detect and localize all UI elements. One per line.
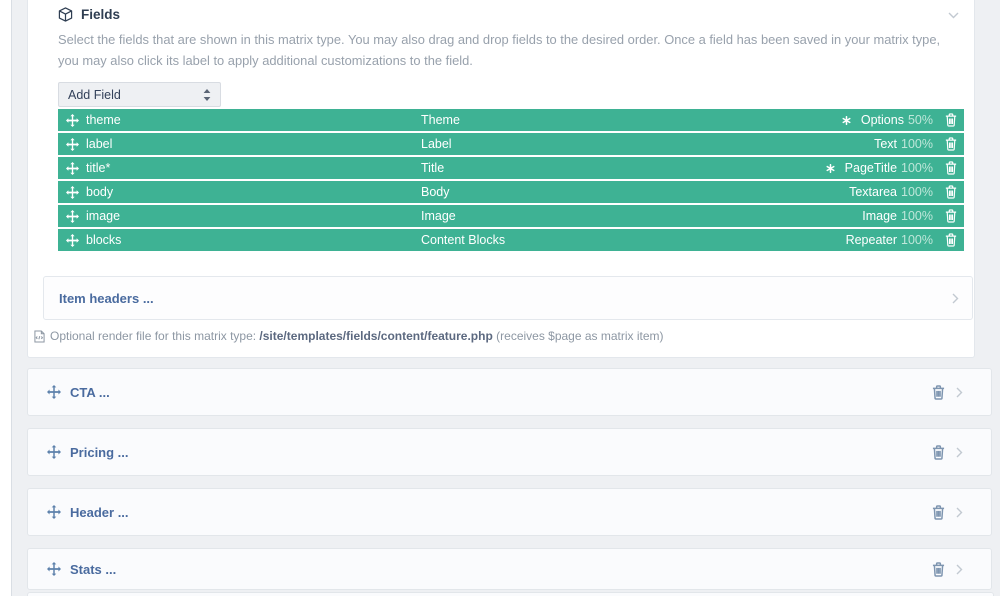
field-name[interactable]: label (86, 137, 112, 151)
item-headers-toggle[interactable]: Item headers ... (43, 276, 973, 320)
cube-icon (58, 7, 73, 22)
field-row-meta: Image 100% (843, 205, 957, 227)
trash-icon[interactable] (945, 209, 957, 223)
field-type: Options (860, 113, 904, 127)
select-arrows-icon (203, 88, 211, 101)
move-icon[interactable] (66, 137, 79, 151)
move-icon[interactable] (47, 385, 61, 399)
field-name[interactable]: blocks (86, 233, 121, 247)
move-icon[interactable] (66, 233, 79, 247)
move-icon[interactable] (47, 505, 61, 519)
field-type: Image (862, 209, 898, 223)
render-note-text: Optional render file for this matrix typ… (50, 329, 664, 343)
field-width: 100% (901, 233, 933, 247)
matrix-type-row[interactable]: Pricing ... (27, 428, 992, 476)
trash-icon[interactable] (945, 233, 957, 247)
field-row[interactable]: body Body Textarea 100% (58, 181, 964, 203)
field-name[interactable]: body (86, 185, 113, 199)
trash-icon[interactable] (945, 137, 957, 151)
trash-icon[interactable] (932, 444, 945, 460)
field-row-meta: Textarea 100% (830, 181, 957, 203)
field-label: Label (421, 137, 452, 151)
fields-header[interactable]: Fields (58, 7, 120, 22)
field-label: Content Blocks (421, 233, 506, 247)
render-file-note: Optional render file for this matrix typ… (34, 329, 664, 343)
trash-icon[interactable] (945, 185, 957, 199)
field-width: 100% (901, 161, 933, 175)
page: Fields Select the fields that are shown … (0, 0, 1000, 596)
field-row-meta: Repeater 100% (827, 229, 957, 251)
field-label: Theme (421, 113, 460, 127)
field-width: 100% (901, 209, 933, 223)
field-width: 50% (907, 113, 933, 127)
fields-title: Fields (81, 7, 121, 22)
move-icon[interactable] (66, 185, 79, 199)
add-field-select[interactable]: Add Field (58, 82, 221, 107)
field-name[interactable]: theme (86, 113, 121, 127)
field-label: Title (421, 161, 445, 175)
field-type: Textarea (849, 185, 898, 199)
field-row[interactable]: image Image Image 100% (58, 205, 964, 227)
matrix-type-row[interactable]: CTA ... (27, 368, 992, 416)
trash-icon[interactable] (945, 113, 957, 127)
matrix-type-row[interactable]: Stats ... (27, 548, 992, 590)
field-row[interactable]: label Label Text 100% (58, 133, 964, 155)
fields-description: Select the fields that are shown in this… (58, 32, 941, 68)
field-label: Image (421, 209, 456, 223)
chevron-right-icon (956, 564, 963, 575)
move-icon[interactable] (47, 562, 61, 576)
item-headers-label: Item headers ... (59, 290, 154, 306)
asterisk-icon (842, 115, 851, 125)
chevron-right-icon (956, 447, 963, 458)
matrix-type-label: CTA ... (70, 384, 110, 400)
file-code-icon (34, 329, 45, 343)
trash-icon[interactable] (932, 504, 945, 520)
field-row[interactable]: title* Title PageTitle 100% (58, 157, 964, 179)
field-width: 100% (901, 137, 933, 151)
trash-icon[interactable] (932, 384, 945, 400)
matrix-type-row[interactable]: Header ... (27, 488, 992, 536)
render-file-path: /site/templates/fields/content/feature.p… (259, 329, 493, 343)
chevron-down-icon[interactable] (948, 12, 959, 19)
matrix-type-label: Stats ... (70, 561, 117, 577)
matrix-type-label: Header ... (70, 504, 129, 520)
field-type: Text (874, 137, 898, 151)
fields-fieldset: Fields Select the fields that are shown … (27, 0, 975, 358)
chevron-right-icon (956, 387, 963, 398)
field-row[interactable]: theme Theme Options 50% (58, 109, 964, 131)
chevron-right-icon (952, 293, 959, 304)
field-row-meta: Text 100% (855, 133, 957, 155)
field-name[interactable]: image (86, 209, 120, 223)
field-type: Repeater (845, 233, 898, 247)
next-row-partial (27, 592, 994, 596)
trash-icon[interactable] (945, 161, 957, 175)
matrix-type-label: Pricing ... (70, 444, 129, 460)
move-icon[interactable] (66, 161, 79, 175)
field-type: PageTitle (844, 161, 898, 175)
asterisk-icon (826, 163, 835, 173)
field-list: theme Theme Options 50% label Label Text… (58, 109, 964, 253)
chevron-right-icon (956, 507, 963, 518)
trash-icon[interactable] (932, 561, 945, 577)
field-row-meta: Options 50% (842, 109, 957, 131)
field-label: Body (421, 185, 450, 199)
move-icon[interactable] (66, 113, 79, 127)
move-icon[interactable] (47, 445, 61, 459)
field-row-meta: PageTitle 100% (826, 157, 957, 179)
field-name[interactable]: title* (86, 161, 110, 175)
field-width: 100% (901, 185, 933, 199)
add-field-select-value: Add Field (68, 87, 121, 102)
move-icon[interactable] (66, 209, 79, 223)
field-row[interactable]: blocks Content Blocks Repeater 100% (58, 229, 964, 251)
